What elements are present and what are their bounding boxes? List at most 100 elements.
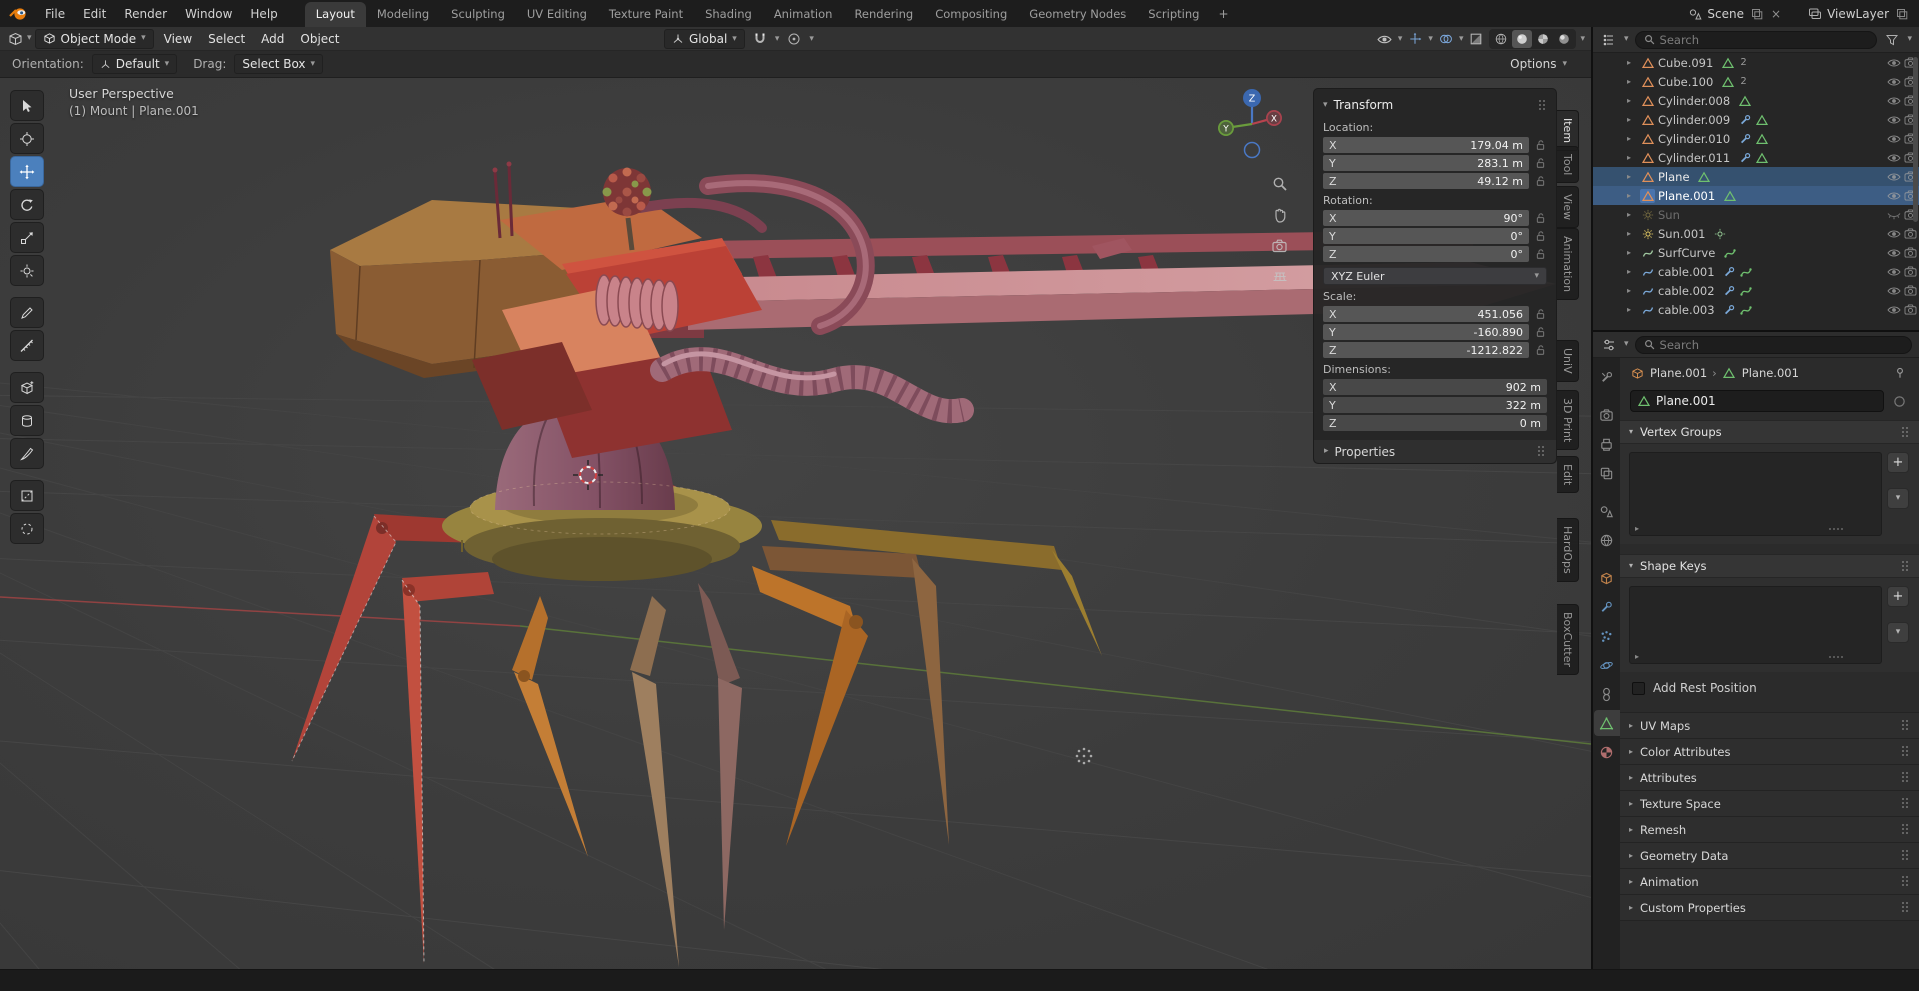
orientation-dropdown[interactable]: Default ▾: [91, 54, 178, 74]
blender-logo-icon[interactable]: [8, 6, 30, 22]
properties-subpanel[interactable]: ▸ Properties: [1314, 440, 1556, 463]
eye-closed-icon[interactable]: [1885, 208, 1902, 222]
pin-icon[interactable]: [1891, 364, 1909, 382]
rotation-z-field[interactable]: Z 0°: [1323, 246, 1529, 262]
eye-icon[interactable]: [1885, 56, 1902, 70]
expand-icon[interactable]: ▸: [1627, 210, 1640, 219]
outliner-item[interactable]: ▸ Cube.091 2: [1593, 53, 1919, 72]
outliner-item[interactable]: ▸ Cylinder.009: [1593, 110, 1919, 129]
outliner-search-input[interactable]: Search: [1634, 30, 1878, 49]
shading-rendered-icon[interactable]: [1554, 30, 1574, 48]
outliner-item[interactable]: ▸ Sun: [1593, 205, 1919, 224]
panel-texture-space[interactable]: ▸ Texture Space: [1620, 790, 1919, 816]
zoom-icon[interactable]: [1269, 173, 1291, 195]
camera-icon[interactable]: [1902, 265, 1919, 279]
expand-icon[interactable]: ▸: [1627, 286, 1640, 295]
pan-hand-icon[interactable]: [1269, 204, 1291, 226]
tool-box-cut[interactable]: [10, 480, 44, 511]
editor-type-caret-icon[interactable]: ▾: [1624, 35, 1629, 44]
unlink-icon[interactable]: ×: [1769, 7, 1783, 21]
camera-icon[interactable]: [1902, 284, 1919, 298]
outliner-item[interactable]: ▸ cable.001: [1593, 262, 1919, 281]
outliner-item[interactable]: ▸ Cylinder.010: [1593, 129, 1919, 148]
copy-icon[interactable]: [1894, 6, 1909, 21]
properties-tab-render[interactable]: [1594, 402, 1620, 428]
n-panel-tab-edit[interactable]: Edit: [1557, 456, 1579, 494]
camera-view-icon[interactable]: [1269, 235, 1291, 257]
lock-icon[interactable]: [1533, 307, 1547, 321]
expand-icon[interactable]: ▸: [1627, 58, 1640, 67]
menu-help[interactable]: Help: [241, 3, 286, 25]
options-dropdown[interactable]: Options ▾: [1510, 57, 1567, 71]
workspace-tab-rendering[interactable]: Rendering: [843, 2, 924, 27]
eye-icon[interactable]: [1885, 227, 1902, 241]
shading-solid-icon[interactable]: [1512, 30, 1533, 48]
panel-attributes[interactable]: ▸ Attributes: [1620, 764, 1919, 790]
navigation-gizmo[interactable]: Z X Y: [1218, 89, 1282, 159]
tool-rotate[interactable]: [10, 189, 44, 220]
expand-icon[interactable]: ▸: [1627, 229, 1640, 238]
outliner-item[interactable]: ▸ Plane: [1593, 167, 1919, 186]
workspace-tab-geometry-nodes[interactable]: Geometry Nodes: [1018, 2, 1137, 27]
outliner-scrollbar[interactable]: [1913, 57, 1918, 222]
eye-icon[interactable]: [1885, 113, 1902, 127]
properties-tab-particles[interactable]: [1594, 623, 1620, 649]
scene-icon[interactable]: [1687, 6, 1702, 21]
properties-tab-modifiers[interactable]: [1594, 594, 1620, 620]
lock-icon[interactable]: [1533, 174, 1547, 188]
tool-add-cylinder[interactable]: [10, 405, 44, 436]
eye-icon[interactable]: [1885, 94, 1902, 108]
n-panel-tab-view[interactable]: View: [1557, 186, 1579, 229]
expand-icon[interactable]: ▸: [1627, 115, 1640, 124]
properties-tab-world[interactable]: [1594, 527, 1620, 553]
panel-uv-maps[interactable]: ▸ UV Maps: [1620, 712, 1919, 738]
proportional-editing-icon[interactable]: [785, 30, 803, 48]
workspace-tab-animation[interactable]: Animation: [763, 2, 844, 27]
vertex-groups-list[interactable]: ▸: [1629, 452, 1882, 536]
shape-key-specials-button[interactable]: ▾: [1887, 622, 1909, 643]
n-panel-tab-tool[interactable]: Tool: [1557, 146, 1579, 184]
expand-icon[interactable]: ▸: [1627, 77, 1640, 86]
outliner-item[interactable]: ▸ SurfCurve: [1593, 243, 1919, 262]
properties-tab-output[interactable]: [1594, 431, 1620, 457]
properties-editor-icon[interactable]: [1600, 336, 1618, 354]
scale-z-field[interactable]: Z -1212.822: [1323, 342, 1529, 358]
lock-icon[interactable]: [1533, 343, 1547, 357]
menu-render[interactable]: Render: [115, 3, 176, 25]
dimensions-x-field[interactable]: X 902 m: [1323, 379, 1547, 395]
tool-circle-select[interactable]: [10, 513, 44, 544]
n-panel-tab-boxcutter[interactable]: BoxCutter: [1557, 604, 1579, 676]
camera-icon[interactable]: [1902, 246, 1919, 260]
collapse-icon[interactable]: ▾: [1323, 100, 1328, 110]
properties-tab-object[interactable]: [1594, 565, 1620, 591]
visibility-icon[interactable]: [1376, 30, 1394, 48]
tool-knife[interactable]: [10, 438, 44, 469]
eye-icon[interactable]: [1885, 151, 1902, 165]
workspace-tab-modeling[interactable]: Modeling: [366, 2, 440, 27]
expand-icon[interactable]: ▸: [1627, 248, 1640, 257]
panel-color-attributes[interactable]: ▸ Color Attributes: [1620, 738, 1919, 764]
workspace-tab-scripting[interactable]: Scripting: [1137, 2, 1210, 27]
menu-edit[interactable]: Edit: [74, 3, 115, 25]
outliner-item[interactable]: ▸ Cube.100 2: [1593, 72, 1919, 91]
lock-icon[interactable]: [1533, 138, 1547, 152]
eye-icon[interactable]: [1885, 132, 1902, 146]
expand-icon[interactable]: ▸: [1627, 172, 1640, 181]
shape-keys-list[interactable]: ▸: [1629, 586, 1882, 664]
camera-icon[interactable]: [1902, 303, 1919, 317]
tool-measure[interactable]: [10, 330, 44, 361]
snap-caret-icon[interactable]: ▾: [775, 34, 780, 44]
rotation-x-field[interactable]: X 90°: [1323, 210, 1529, 226]
proportional-caret-icon[interactable]: ▾: [809, 34, 814, 44]
location-y-field[interactable]: Y 283.1 m: [1323, 155, 1529, 171]
object-cube-icon[interactable]: [1630, 366, 1645, 380]
drag-dropdown[interactable]: Select Box ▾: [234, 54, 324, 74]
name-input[interactable]: Plane.001: [1630, 390, 1884, 412]
workspace-tab-uv-editing[interactable]: UV Editing: [516, 2, 598, 27]
n-panel-tab-item[interactable]: Item: [1557, 110, 1579, 152]
show-overlays-icon[interactable]: [1437, 30, 1455, 48]
rotation-mode-dropdown[interactable]: XYZ Euler ▾: [1323, 267, 1547, 285]
panel-custom-properties[interactable]: ▸ Custom Properties: [1620, 894, 1919, 920]
panel-animation[interactable]: ▸ Animation: [1620, 868, 1919, 894]
expand-icon[interactable]: ▸: [1627, 153, 1640, 162]
